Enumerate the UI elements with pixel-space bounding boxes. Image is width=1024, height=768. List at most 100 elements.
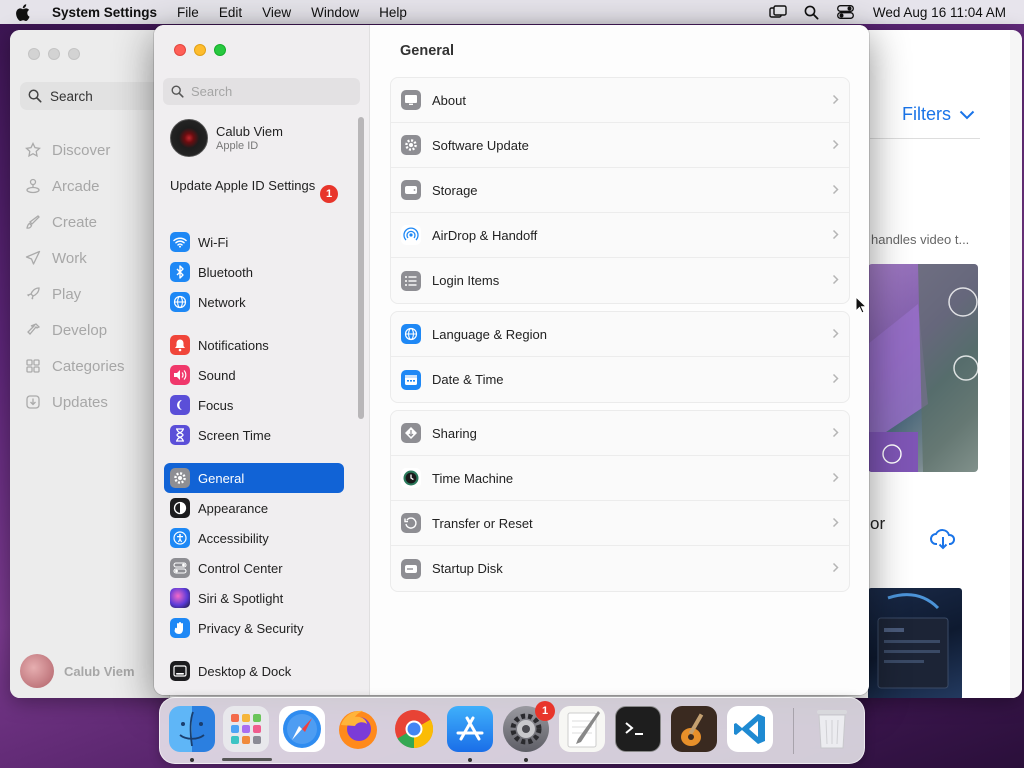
filters-button[interactable]: Filters <box>902 104 975 125</box>
app-screenshot-thumbnail[interactable] <box>868 588 962 698</box>
sidebar-item-accessibility[interactable]: Accessibility <box>164 523 344 553</box>
launchpad-icon[interactable] <box>223 706 269 752</box>
sidebar-item-bluetooth[interactable]: Bluetooth <box>164 257 344 287</box>
spotlight-search-icon[interactable] <box>795 5 829 20</box>
close-button[interactable] <box>28 48 40 60</box>
textedit-icon[interactable] <box>559 706 605 752</box>
settings-row-login-items[interactable]: Login Items <box>391 258 849 303</box>
finder-icon[interactable] <box>169 706 215 752</box>
settings-row-about[interactable]: About <box>391 78 849 123</box>
minimize-button[interactable] <box>48 48 60 60</box>
scrollbar[interactable] <box>1010 30 1022 698</box>
terminal-icon[interactable] <box>615 706 661 752</box>
download-icon <box>24 393 42 411</box>
gear-badge-icon <box>401 135 421 155</box>
screen-mirroring-icon[interactable] <box>761 5 795 19</box>
safari-icon[interactable] <box>279 706 325 752</box>
nav-label: Develop <box>52 321 108 339</box>
settings-row-startup-disk[interactable]: Startup Disk <box>391 546 849 591</box>
sidebar-item-notifications[interactable]: Notifications <box>164 330 344 360</box>
settings-row-label: Time Machine <box>432 470 514 486</box>
nav-label: Discover <box>52 141 111 159</box>
trash-icon[interactable] <box>809 706 855 752</box>
list-icon <box>401 270 421 291</box>
bell-icon <box>170 335 190 355</box>
nav-work[interactable]: Work <box>24 240 125 276</box>
settings-search-field[interactable] <box>163 78 360 105</box>
sidebar-scrollbar[interactable] <box>358 117 364 419</box>
firefox-icon[interactable] <box>335 706 381 752</box>
nav-label: Categories <box>52 357 125 375</box>
app-store-user-name: Calub Viem <box>64 663 135 679</box>
system-settings-window: Calub Viem Apple ID Update Apple ID Sett… <box>154 25 869 695</box>
grid-icon <box>24 357 42 375</box>
sidebar-item-sound[interactable]: Sound <box>164 360 344 390</box>
update-apple-id-item[interactable]: Update Apple ID Settings <box>170 178 340 194</box>
menu-window[interactable]: Window <box>301 5 369 20</box>
app-store-sidebar: Search Discover Arcade Create Work Play <box>10 30 180 698</box>
disk-icon <box>401 558 421 579</box>
calendar-icon <box>401 369 421 390</box>
zoom-button[interactable] <box>68 48 80 60</box>
settings-row-storage[interactable]: Storage <box>391 168 849 213</box>
moon-icon <box>170 395 190 415</box>
search-input[interactable] <box>191 84 351 99</box>
nav-arcade[interactable]: Arcade <box>24 168 125 204</box>
section-heading-fragment: or <box>870 514 886 533</box>
settings-row-transfer-reset[interactable]: Transfer or Reset <box>391 501 849 546</box>
settings-row-time-machine[interactable]: Time Machine <box>391 456 849 501</box>
app-menu[interactable]: System Settings <box>44 5 167 20</box>
app-store-account[interactable]: Calub Viem <box>20 654 135 688</box>
app-screenshot-thumbnail[interactable] <box>868 264 978 472</box>
sidebar-item-label: Accessibility <box>198 530 269 546</box>
sidebar-item-privacy-security[interactable]: Privacy & Security <box>164 613 344 643</box>
menu-edit[interactable]: Edit <box>209 5 252 20</box>
dock: 1 <box>159 697 865 764</box>
cloud-download-icon[interactable] <box>930 528 956 553</box>
menubar-clock[interactable]: Wed Aug 16 11:04 AM <box>863 5 1006 20</box>
menu-help[interactable]: Help <box>369 5 417 20</box>
menu-view[interactable]: View <box>252 5 301 20</box>
app-store-icon[interactable] <box>447 706 493 752</box>
nav-categories[interactable]: Categories <box>24 348 125 384</box>
hourglass-icon <box>170 425 190 445</box>
zoom-button[interactable] <box>214 44 226 56</box>
sidebar-item-screen-time[interactable]: Screen Time <box>164 420 344 450</box>
nav-updates[interactable]: Updates <box>24 384 125 420</box>
chrome-icon[interactable] <box>391 706 437 752</box>
control-center-icon[interactable] <box>829 5 863 19</box>
chevron-right-icon <box>832 562 839 573</box>
settings-row-airdrop-handoff[interactable]: AirDrop & Handoff <box>391 213 849 258</box>
sidebar-item-general[interactable]: General <box>164 463 344 493</box>
sidebar-item-desktop-dock[interactable]: Desktop & Dock <box>164 656 344 686</box>
sidebar-item-control-center[interactable]: Control Center <box>164 553 344 583</box>
sidebar-item-label: Network <box>198 294 246 310</box>
brush-icon <box>24 213 42 231</box>
menu-file[interactable]: File <box>167 5 209 20</box>
sidebar-item-label: Siri & Spotlight <box>198 590 284 606</box>
nav-create[interactable]: Create <box>24 204 125 240</box>
nav-discover[interactable]: Discover <box>24 132 125 168</box>
settings-row-language-region[interactable]: Language & Region <box>391 312 849 357</box>
minimize-button[interactable] <box>194 44 206 56</box>
garageband-icon[interactable] <box>671 706 717 752</box>
settings-row-date-time[interactable]: Date & Time <box>391 357 849 402</box>
apple-id-profile[interactable]: Calub Viem Apple ID <box>170 119 283 157</box>
sidebar-item-label: Desktop & Dock <box>198 663 292 679</box>
nav-develop[interactable]: Develop <box>24 312 125 348</box>
settings-row-sharing[interactable]: Sharing <box>391 411 849 456</box>
notification-badge: 1 <box>535 701 555 721</box>
toggles-icon <box>170 558 190 578</box>
sidebar-item-label: Appearance <box>198 500 269 516</box>
wifi-icon <box>170 232 190 252</box>
sidebar-item-wifi[interactable]: Wi-Fi <box>164 227 344 257</box>
sidebar-item-appearance[interactable]: Appearance <box>164 493 344 523</box>
settings-row-software-update[interactable]: Software Update <box>391 123 849 168</box>
sidebar-item-focus[interactable]: Focus <box>164 390 344 420</box>
sidebar-item-siri-spotlight[interactable]: Siri & Spotlight <box>164 583 344 613</box>
apple-menu-icon[interactable] <box>0 3 44 21</box>
nav-play[interactable]: Play <box>24 276 125 312</box>
vscode-icon[interactable] <box>727 706 773 752</box>
sidebar-item-network[interactable]: Network <box>164 287 344 317</box>
close-button[interactable] <box>174 44 186 56</box>
